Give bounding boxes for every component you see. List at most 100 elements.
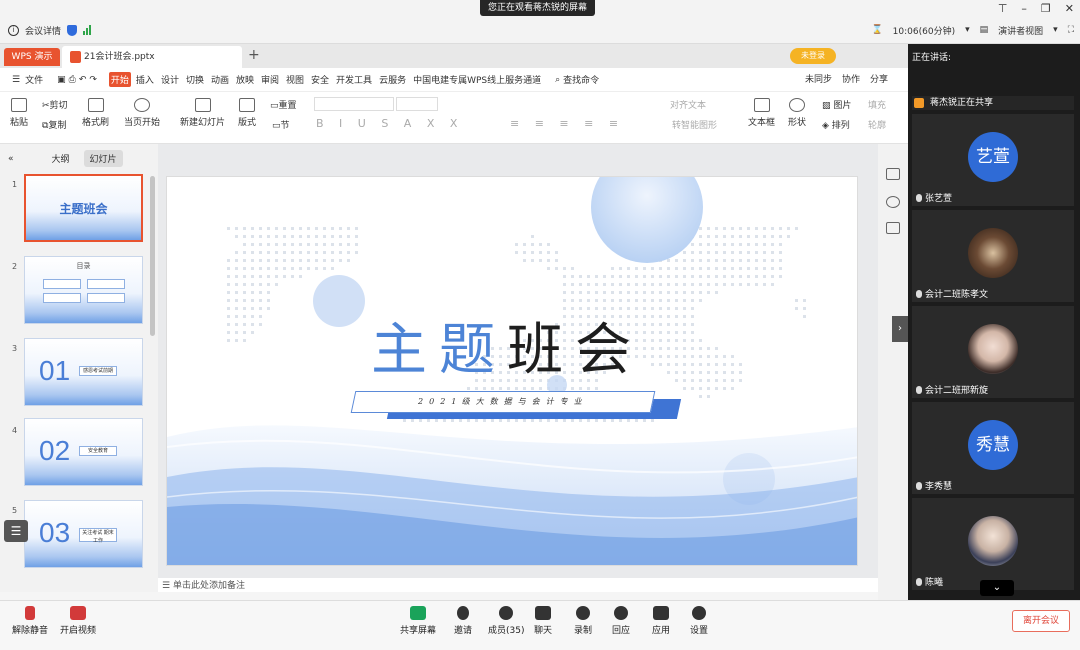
menu-slideshow[interactable]: 放映 [234, 72, 256, 87]
format-painter-button[interactable]: 格式刷 [82, 98, 109, 128]
view-mode[interactable]: 演讲者视图 [998, 24, 1043, 37]
menu-developer[interactable]: 开发工具 [334, 72, 374, 87]
chevron-right-icon[interactable]: › [892, 316, 908, 342]
clipboard-icon [11, 98, 27, 112]
reset-button[interactable]: ▭重置 [270, 98, 297, 111]
participant-tile[interactable]: 会计二班陈孝文 [912, 210, 1074, 302]
thumb-number: 1 [12, 180, 18, 189]
paragraph-icons[interactable]: ≡ ≡ ≡ ≡ ≡ [510, 117, 624, 130]
chevron-down-icon[interactable]: ▾ [965, 25, 970, 35]
video-button[interactable]: 开启视频 [60, 606, 96, 636]
shape-button[interactable]: 形状 [788, 98, 806, 128]
restore-icon[interactable]: ❐ [1041, 2, 1051, 15]
cut-button[interactable]: ✂剪切 [42, 98, 68, 111]
menu-review[interactable]: 审阅 [259, 72, 281, 87]
new-slide-button[interactable]: 新建幻灯片 [180, 98, 225, 128]
members-button[interactable]: 成员(35) [488, 606, 524, 636]
screen: 您正在观看蒋杰锐的屏幕 ⊤ – ❐ ✕ i 会议详情 ⌛ 10:06(60分钟)… [0, 0, 1080, 650]
pin-tool-icon[interactable] [886, 196, 900, 208]
menu-transition[interactable]: 切换 [184, 72, 206, 87]
paste-button[interactable]: 粘贴 [10, 98, 28, 128]
layout-button[interactable]: 版式 [238, 98, 256, 128]
redo-icon[interactable]: ↷ [89, 75, 97, 85]
fill-button[interactable]: 填充 [868, 98, 886, 111]
meeting-time[interactable]: 10:06(60分钟) [893, 24, 955, 37]
shield-icon[interactable] [67, 24, 78, 36]
tab-outline[interactable]: 大纲 [46, 150, 76, 167]
align-text-button[interactable]: 对齐文本 [670, 98, 706, 111]
record-button[interactable]: 录制 [574, 606, 592, 636]
picture-button[interactable]: ▧ 图片 [822, 98, 851, 111]
slide-thumbnail-1[interactable]: 主题班会 [24, 174, 143, 242]
panel-menu-icon[interactable]: ☰ [4, 520, 28, 542]
play-current-button[interactable]: 当页开始 [124, 98, 160, 128]
hamburger-icon[interactable]: ☰ [12, 75, 20, 85]
copy-button[interactable]: ⧉复制 [42, 118, 66, 131]
wps-app-tab[interactable]: WPS 演示 [4, 48, 60, 66]
current-slide[interactable]: 主题班会 2021级大数据与会计专业 [166, 176, 858, 566]
search-command[interactable]: 查找命令 [563, 73, 599, 86]
menu-file[interactable]: 文件 [23, 72, 45, 87]
comment-icon[interactable] [886, 168, 900, 180]
minimize-icon[interactable]: – [1021, 2, 1027, 15]
share-screen-button[interactable]: 共享屏幕 [400, 606, 436, 636]
document-tab[interactable]: 21会计班会.pptx [62, 46, 242, 68]
menu-security[interactable]: 安全 [309, 72, 331, 87]
arrange-button[interactable]: ◈ 排列 [822, 118, 850, 131]
participant-tile[interactable]: 陈曦 [912, 498, 1074, 590]
meeting-info[interactable]: i 会议详情 [8, 22, 92, 38]
slide-thumbnail-2[interactable]: 目录 [24, 256, 143, 324]
sync-status[interactable]: 未同步 [805, 72, 832, 85]
settings-button[interactable]: 设置 [690, 606, 708, 636]
save-icon[interactable]: ▣ [57, 75, 66, 85]
chat-button[interactable]: 聊天 [534, 606, 552, 636]
textbox-button[interactable]: 文本框 [748, 98, 775, 128]
menu-cloud[interactable]: 云服务 [377, 72, 408, 87]
tab-slides[interactable]: 幻灯片 [83, 150, 123, 167]
menu-insert[interactable]: 插入 [134, 72, 156, 87]
slide-thumbnail-4[interactable]: 02 安全教育 [24, 418, 143, 486]
menu-home[interactable]: 开始 [108, 72, 131, 87]
signal-icon[interactable] [83, 25, 92, 35]
participant-tile[interactable]: 会计二班邢新旋 [912, 306, 1074, 398]
fullscreen-icon[interactable]: ⛶ [1068, 25, 1074, 35]
section-button[interactable]: ▭节 [272, 118, 290, 131]
menu-view[interactable]: 视图 [284, 72, 306, 87]
participant-tile[interactable]: 秀慧 李秀慧 [912, 402, 1074, 494]
menu-design[interactable]: 设计 [159, 72, 181, 87]
menu-animation[interactable]: 动画 [209, 72, 231, 87]
smart-graphic-button[interactable]: 转智能图形 [672, 118, 717, 131]
slide-thumbnail-3[interactable]: 01 感恩考试前期 [24, 338, 143, 406]
pin-icon[interactable]: ⊤ [998, 2, 1008, 15]
reactions-button[interactable]: 回应 [612, 606, 630, 636]
mic-icon [916, 385, 922, 394]
print-icon[interactable]: ⎙ [69, 75, 76, 85]
slide-thumbnail-5[interactable]: 03 关注考试 期末工作 [24, 500, 143, 568]
leave-meeting-button[interactable]: 离开会议 [1012, 610, 1070, 632]
unmute-button[interactable]: 解除静音 [12, 606, 48, 636]
thumb-number: 3 [12, 344, 18, 353]
new-tab-icon[interactable]: + [248, 47, 260, 63]
slide-subtitle: 2021级大数据与会计专业 [350, 391, 656, 413]
undo-icon[interactable]: ↶ [79, 75, 87, 85]
participant-tile[interactable]: 艺萱 张艺萱 [912, 114, 1074, 206]
panel-scrollbar[interactable] [150, 176, 155, 336]
close-icon[interactable]: ✕ [1065, 2, 1074, 15]
menu-bar: ☰ 文件 ▣ ⎙ ↶ ↷ 开始 插入 设计 切换 动画 放映 审阅 视图 安全 … [0, 68, 908, 92]
menu-service-channel[interactable]: 中国电建专属WPS线上服务通道 [411, 72, 543, 87]
apps-button[interactable]: 应用 [652, 606, 670, 636]
share-button[interactable]: 分享 [870, 72, 888, 85]
settings-slider-icon[interactable] [886, 222, 900, 234]
collaborate-button[interactable]: 协作 [842, 72, 860, 85]
text-format-icons[interactable]: B I U S A X X [316, 117, 463, 130]
font-size-select[interactable] [396, 97, 438, 111]
members-icon [499, 606, 514, 620]
notes-placeholder[interactable]: ☰ 单击此处添加备注 [158, 578, 878, 592]
font-name-select[interactable] [314, 97, 394, 111]
invite-button[interactable]: 邀请 [454, 606, 472, 636]
outline-button[interactable]: 轮廓 [868, 118, 886, 131]
chevron-down-icon[interactable]: ⌄ [980, 580, 1014, 596]
chevron-down-icon[interactable]: ▾ [1053, 25, 1058, 35]
collapse-panel-icon[interactable]: « [8, 154, 14, 164]
login-badge[interactable]: 未登录 [790, 48, 836, 64]
